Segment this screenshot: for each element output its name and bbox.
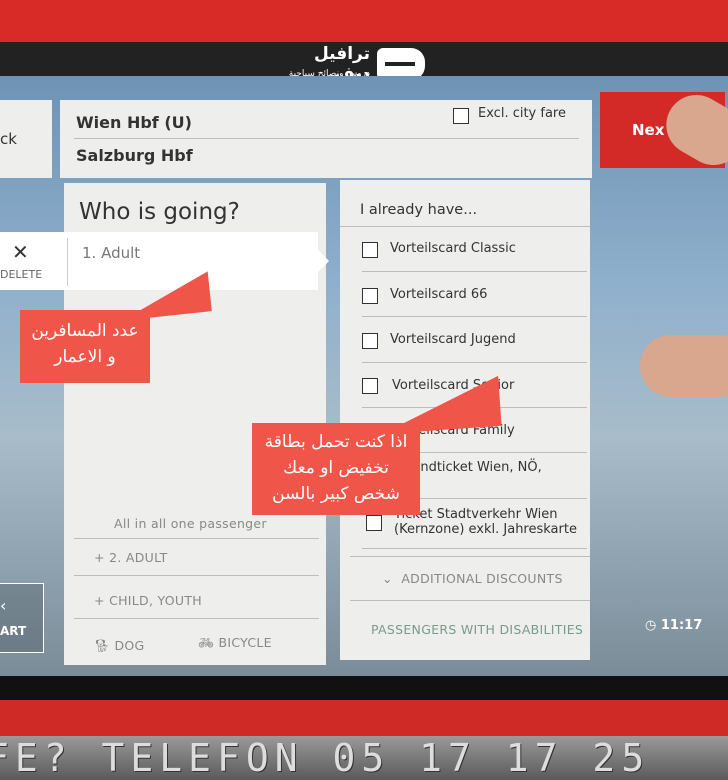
- add-adult-label: 2. ADULT: [109, 550, 168, 565]
- clock-time: 11:17: [660, 618, 703, 633]
- annotation-passengers: عدد المسافرين و الاعمار: [20, 310, 150, 383]
- delete-label: DELETE: [0, 268, 43, 281]
- restart-label: ART: [0, 624, 27, 638]
- card-item[interactable]: Vorteilscard Classic: [340, 236, 590, 270]
- next-label: Nex: [632, 121, 665, 139]
- excl-city-fare-label: Excl. city fare: [478, 106, 566, 121]
- chevron-down-icon: ⌄: [382, 571, 393, 586]
- route-box: Wien Hbf (U) Salzburg Hbf Excl. city far…: [60, 100, 592, 178]
- back-button[interactable]: ck: [0, 100, 52, 178]
- additional-discounts-toggle[interactable]: ⌄ ADDITIONAL DISCOUNTS: [382, 571, 563, 586]
- delete-x-icon[interactable]: ✕: [12, 240, 29, 264]
- route-to[interactable]: Salzburg Hbf: [76, 146, 193, 165]
- bicycle-icon: 🚲︎: [198, 635, 215, 650]
- passenger-label: 1. Adult: [82, 244, 141, 262]
- add-bicycle-button[interactable]: 🚲︎ BICYCLE: [198, 635, 272, 651]
- additional-label: ADDITIONAL DISCOUNTS: [401, 571, 563, 586]
- passenger-summary: All in all one passenger: [114, 516, 267, 531]
- card-item[interactable]: Vorteilscard Jugend: [340, 327, 590, 361]
- back-label: ck: [0, 130, 17, 148]
- phone-plate: FE? TELEFON 05 17 17 25: [0, 736, 728, 780]
- finger-right: [640, 335, 728, 397]
- add-adult-button[interactable]: + 2. ADULT: [94, 550, 168, 565]
- route-from[interactable]: Wien Hbf (U): [76, 113, 192, 132]
- machine-frame-bottom: [0, 700, 728, 736]
- add-dog-button[interactable]: 🐕︎ DOG: [94, 638, 145, 654]
- screen-bottom-bezel: [0, 676, 728, 700]
- who-title: Who is going?: [79, 199, 240, 225]
- restart-icon: ‹: [0, 596, 7, 615]
- phone-plate-text: FE? TELEFON 05 17 17 25: [0, 736, 651, 780]
- disabilities-link[interactable]: PASSENGERS WITH DISABILITIES: [371, 622, 583, 637]
- add-child-label: CHILD, YOUTH: [109, 593, 202, 608]
- card-item[interactable]: Vorteilscard 66: [340, 282, 590, 316]
- restart-button[interactable]: ‹ ART: [0, 583, 44, 653]
- annotation-discount: اذا كنت تحمل بطاقة تخفيض او معك شخص كبير ب…: [252, 423, 420, 515]
- clock: ◷ 11:17: [645, 618, 702, 633]
- dog-icon: 🐕︎: [94, 638, 111, 653]
- excl-city-fare-checkbox[interactable]: [453, 108, 469, 124]
- clock-icon: ◷: [645, 618, 657, 633]
- machine-frame-top: [0, 0, 728, 42]
- bicycle-label: BICYCLE: [218, 635, 272, 650]
- add-child-button[interactable]: + CHILD, YOUTH: [94, 593, 202, 608]
- dog-label: DOG: [114, 638, 145, 653]
